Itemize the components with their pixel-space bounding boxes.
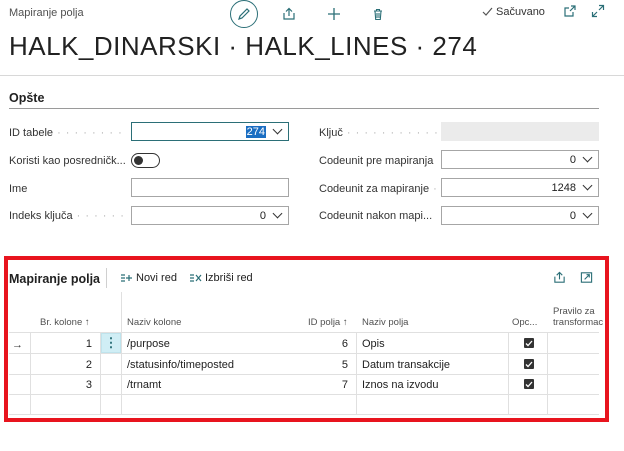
codeunit-after-label: Codeunit nakon mapi... [319,210,433,222]
codeunit-after-value: 0 [569,209,576,222]
codeunit-for-value: 1248 [551,181,576,194]
table-id-label: ID tabele · · · · · · · · · · · · · · [9,127,127,139]
codeunit-pre-field[interactable]: 0 [441,150,599,169]
share-icon [554,271,565,283]
open-page-icon [580,272,593,283]
row-3-field-name[interactable]: Iznos na izvodu [362,379,438,391]
grid-line [9,394,599,395]
grid-line [30,332,31,414]
key-index-label: Indeks ključa · · · · · · · · · · [9,210,127,222]
lines-title[interactable]: Mapiranje polja [9,272,100,286]
lines-open-page-button[interactable] [580,271,593,289]
row-3-optional-checkbox[interactable] [524,379,534,389]
expand-icon [591,4,605,18]
edit-icon [238,8,250,20]
table-id-value: 274 [245,125,266,138]
row-1-optional-checkbox[interactable] [524,338,534,348]
lines-share-button[interactable] [553,271,566,289]
open-new-window-icon [564,5,576,17]
new-row-label: Novi red [136,272,177,284]
col-header-column-no[interactable]: Br. kolone ↑ [40,317,90,328]
row-3-field-id[interactable]: 7 [300,379,348,391]
grid-line [9,414,599,415]
checkmark-icon [482,7,493,16]
row-2-column-no[interactable]: 2 [40,359,92,371]
part-divider [106,268,107,288]
share-button[interactable] [277,2,301,26]
use-staging-toggle[interactable] [131,153,160,168]
new-row-icon [121,273,132,282]
use-staging-label: Koristi kao posredničk... [9,155,126,167]
section-general-title[interactable]: Opšte [9,91,44,105]
row-2-field-id[interactable]: 5 [300,359,348,371]
grid-line [9,332,599,333]
share-icon [283,7,295,20]
row-1-column-no[interactable]: 1 [40,338,92,350]
expand-button[interactable] [591,4,605,23]
grid-line [9,353,599,354]
col-header-column-name[interactable]: Naziv kolone [127,317,181,328]
codeunit-after-field[interactable]: 0 [441,206,599,225]
chevron-down-icon[interactable] [272,208,283,219]
name-input[interactable] [131,178,289,197]
row-3-column-name[interactable]: /trnamt [127,379,161,391]
grid-line [356,332,357,414]
row-3-column-no[interactable]: 3 [40,379,92,391]
chevron-down-icon[interactable] [582,152,593,163]
row-2-column-name[interactable]: /statusinfo/timeposted [127,359,234,371]
edit-button[interactable] [230,0,258,28]
page-title: HALK_DINARSKI · HALK_LINES · 274 [9,31,478,61]
title-divider [0,75,624,76]
row-1-field-name[interactable]: Opis [362,338,385,350]
row-1-column-name[interactable]: /purpose [127,338,170,350]
table-id-field[interactable]: 274 [131,122,289,141]
name-label: Ime [9,183,28,195]
breadcrumb: Mapiranje polja [9,7,84,19]
new-row-button[interactable]: Novi red [120,272,177,284]
codeunit-for-field[interactable]: 1248 [441,178,599,197]
key-field [441,122,599,141]
chevron-down-icon[interactable] [582,208,593,219]
col-header-transform-rule[interactable]: Pravilo za transformac [553,306,603,330]
delete-row-label: Izbriši red [205,272,253,284]
grid-line [9,374,599,375]
section-divider [9,108,599,109]
key-index-value: 0 [259,209,266,222]
saved-label: Sačuvano [496,6,545,18]
current-row-arrow-icon: → [12,339,23,351]
add-icon [328,8,340,20]
grid-line [508,332,509,414]
saved-status: Sačuvano [482,6,545,18]
delete-icon [374,8,382,21]
delete-button[interactable] [366,2,390,26]
toggle-knob [134,156,143,165]
grid-line [121,292,122,414]
new-button[interactable] [322,2,346,26]
col-header-optional[interactable]: Opc... [512,317,537,328]
row-2-optional-checkbox[interactable] [524,359,534,369]
open-new-window-button[interactable] [563,4,577,23]
delete-row-icon [190,273,202,282]
codeunit-pre-value: 0 [569,153,576,166]
row-2-field-name[interactable]: Datum transakcije [362,359,450,371]
codeunit-pre-label: Codeunit pre mapiranja [319,155,434,167]
codeunit-for-label: Codeunit za mapiranje · · [319,183,437,195]
row-1-field-id[interactable]: 6 [300,338,348,350]
chevron-down-icon[interactable] [582,180,593,191]
chevron-down-icon[interactable] [272,124,283,135]
grid-line [547,332,548,414]
delete-row-button[interactable]: Izbriši red [189,272,253,284]
key-index-field[interactable]: 0 [131,206,289,225]
col-header-field-id[interactable]: ID polja ↑ [308,317,348,328]
col-header-field-name[interactable]: Naziv polja [362,317,408,328]
row-actions-button[interactable]: ⋮ [101,333,121,353]
key-label: Ključ · · · · · · · · · · · · · · · [319,127,437,139]
